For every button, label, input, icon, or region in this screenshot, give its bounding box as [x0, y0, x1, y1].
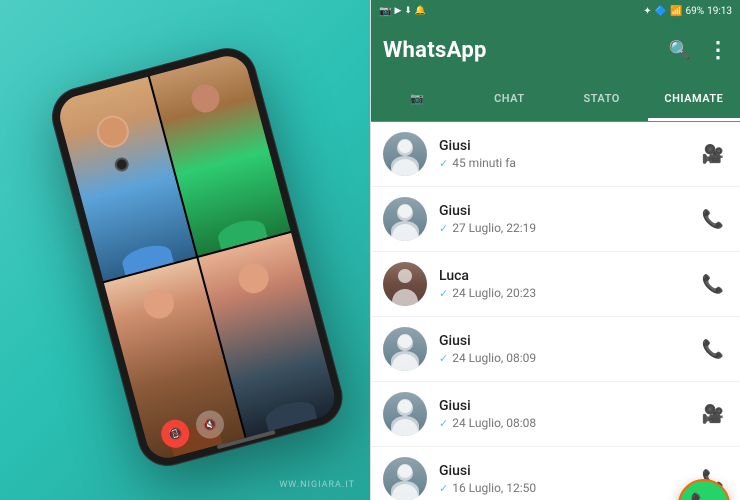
call-item[interactable]: Giusi ✓ 16 Luglio, 12:50 📞 📞: [371, 447, 740, 500]
time-display: 19:13: [707, 6, 732, 17]
app-title: WhatsApp: [383, 38, 669, 63]
status-sound-icon: 🔔: [415, 6, 426, 16]
stato-tab-label: STATO: [583, 92, 619, 105]
search-icon[interactable]: 🔍: [669, 40, 691, 61]
avatar: [383, 392, 427, 436]
chat-tab-label: CHAT: [494, 92, 525, 105]
status-play-icon: ▶: [394, 6, 401, 16]
tab-camera[interactable]: 📷: [371, 78, 463, 121]
checkmark-icon: ✓: [439, 287, 448, 300]
contact-name: Luca: [439, 268, 698, 284]
call-item[interactable]: Luca ✓ 24 Luglio, 20:23 📞: [371, 252, 740, 317]
watermark: WW.NIGIARA.IT: [279, 480, 355, 490]
call-info: Giusi ✓ 24 Luglio, 08:09: [439, 333, 698, 365]
call-item[interactable]: Giusi ✓ 45 minuti fa 🎥: [371, 122, 740, 187]
camera-tab-icon: 📷: [410, 92, 424, 105]
bluetooth-icon: ✦: [643, 6, 651, 17]
call-time: 16 Luglio, 12:50: [452, 481, 536, 495]
call-time: 45 minuti fa: [452, 156, 516, 170]
contact-name: Giusi: [439, 333, 698, 349]
checkmark-icon: ✓: [439, 222, 448, 235]
status-camera-icon: 📷: [379, 6, 391, 17]
phone-call-icon[interactable]: 📞: [698, 335, 728, 364]
checkmark-icon: ✓: [439, 352, 448, 365]
call-item[interactable]: Giusi ✓ 24 Luglio, 08:09 📞: [371, 317, 740, 382]
call-detail: ✓ 45 minuti fa: [439, 156, 698, 170]
call-info: Giusi ✓ 24 Luglio, 08:08: [439, 398, 698, 430]
phone-screen: 📵 🔇: [55, 51, 339, 462]
phone-frame: 📵 🔇: [45, 42, 349, 473]
header-icons: 🔍 ⋮: [669, 38, 728, 63]
tab-bar: 📷 CHAT STATO CHIAMATE: [371, 78, 740, 122]
contact-name: Giusi: [439, 138, 698, 154]
call-info: Giusi ✓ 45 minuti fa: [439, 138, 698, 170]
call-list: Giusi ✓ 45 minuti fa 🎥 Giusi ✓ 27 Luglio…: [371, 122, 740, 500]
call-detail: ✓ 24 Luglio, 20:23: [439, 286, 698, 300]
battery-text: 69%: [686, 6, 705, 17]
status-download-icon: ⬇: [404, 6, 412, 16]
phone-fab-icon: 📞: [690, 493, 717, 500]
phone-call-icon[interactable]: 📞: [698, 270, 728, 299]
call-detail: ✓ 16 Luglio, 12:50: [439, 481, 698, 495]
more-options-icon[interactable]: ⋮: [707, 38, 728, 63]
chiamate-tab-label: CHIAMATE: [664, 92, 723, 105]
right-panel: 📷 ▶ ⬇ 🔔 ✦ 🔷 📶 69% 19:13 WhatsApp 🔍 ⋮ 📷 C…: [370, 0, 740, 500]
tab-stato[interactable]: STATO: [556, 78, 648, 121]
video-call-icon[interactable]: 🎥: [698, 400, 728, 429]
avatar: [383, 457, 427, 500]
phone-call-icon[interactable]: 📞: [698, 205, 728, 234]
call-info: Giusi ✓ 16 Luglio, 12:50: [439, 463, 698, 495]
status-bar-right: ✦ 🔷 📶 69% 19:13: [643, 6, 732, 17]
signal-icon: 📶: [670, 6, 682, 17]
left-panel: 📵 🔇 WW.NIGIARA.IT: [0, 0, 370, 500]
avatar: [383, 327, 427, 371]
checkmark-icon: ✓: [439, 157, 448, 170]
wifi-icon: 🔷: [655, 6, 667, 17]
status-bar-left: 📷 ▶ ⬇ 🔔: [379, 6, 426, 17]
tab-chiamate[interactable]: CHIAMATE: [648, 78, 740, 121]
avatar: [383, 262, 427, 306]
call-detail: ✓ 24 Luglio, 08:08: [439, 416, 698, 430]
call-time: 27 Luglio, 22:19: [452, 221, 536, 235]
call-time: 24 Luglio, 20:23: [452, 286, 536, 300]
tab-chat[interactable]: CHAT: [463, 78, 555, 121]
call-detail: ✓ 24 Luglio, 08:09: [439, 351, 698, 365]
avatar: [383, 132, 427, 176]
call-info: Giusi ✓ 27 Luglio, 22:19: [439, 203, 698, 235]
call-detail: ✓ 27 Luglio, 22:19: [439, 221, 698, 235]
call-info: Luca ✓ 24 Luglio, 20:23: [439, 268, 698, 300]
video-call-icon[interactable]: 🎥: [698, 140, 728, 169]
contact-name: Giusi: [439, 398, 698, 414]
avatar: [383, 197, 427, 241]
checkmark-icon: ✓: [439, 417, 448, 430]
call-item[interactable]: Giusi ✓ 27 Luglio, 22:19 📞: [371, 187, 740, 252]
contact-name: Giusi: [439, 203, 698, 219]
wa-header: WhatsApp 🔍 ⋮: [371, 22, 740, 78]
call-item[interactable]: Giusi ✓ 24 Luglio, 08:08 🎥: [371, 382, 740, 447]
checkmark-icon: ✓: [439, 482, 448, 495]
call-time: 24 Luglio, 08:09: [452, 351, 536, 365]
status-bar: 📷 ▶ ⬇ 🔔 ✦ 🔷 📶 69% 19:13: [371, 0, 740, 22]
contact-name: Giusi: [439, 463, 698, 479]
call-time: 24 Luglio, 08:08: [452, 416, 536, 430]
